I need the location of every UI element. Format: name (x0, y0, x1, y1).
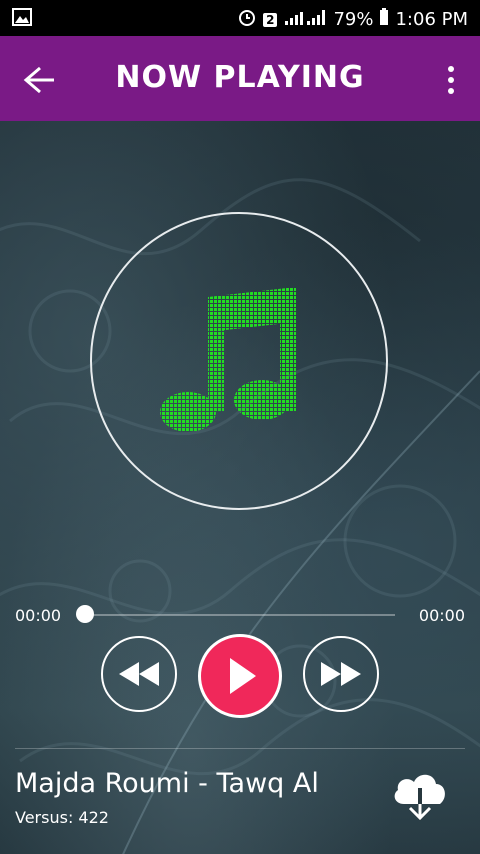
cloud-download-icon (394, 774, 445, 821)
seek-thumb[interactable] (76, 605, 94, 623)
seek-bar[interactable] (85, 614, 395, 616)
fast-forward-icon (321, 662, 361, 686)
status-bar: 2 79% 1:06 PM (0, 0, 480, 36)
play-button[interactable] (198, 634, 282, 718)
alarm-icon (237, 7, 257, 32)
overflow-menu-button[interactable] (444, 64, 458, 96)
rewind-icon (119, 662, 159, 686)
battery-percent: 79% (333, 9, 374, 30)
music-note-icon (160, 287, 296, 432)
play-icon (230, 658, 256, 694)
page-title: NOW PLAYING (115, 60, 365, 95)
gallery-notification-icon (12, 8, 32, 31)
signal-icon (283, 8, 327, 31)
rewind-button[interactable] (101, 636, 177, 712)
sim-badge: 2 (263, 12, 278, 27)
fast-forward-button[interactable] (303, 636, 379, 712)
total-time: 00:00 (418, 606, 465, 625)
clock: 1:06 PM (395, 9, 468, 30)
current-time: 00:00 (15, 606, 62, 625)
track-versus: Versus: 422 (15, 808, 109, 827)
app-bar: NOW PLAYING (0, 36, 480, 121)
album-art (90, 212, 388, 510)
more-vert-icon (448, 66, 454, 94)
divider (15, 748, 465, 749)
download-button[interactable] (388, 764, 452, 824)
track-title: Majda Roumi - Tawq Al (15, 768, 319, 799)
battery-icon (379, 8, 389, 31)
